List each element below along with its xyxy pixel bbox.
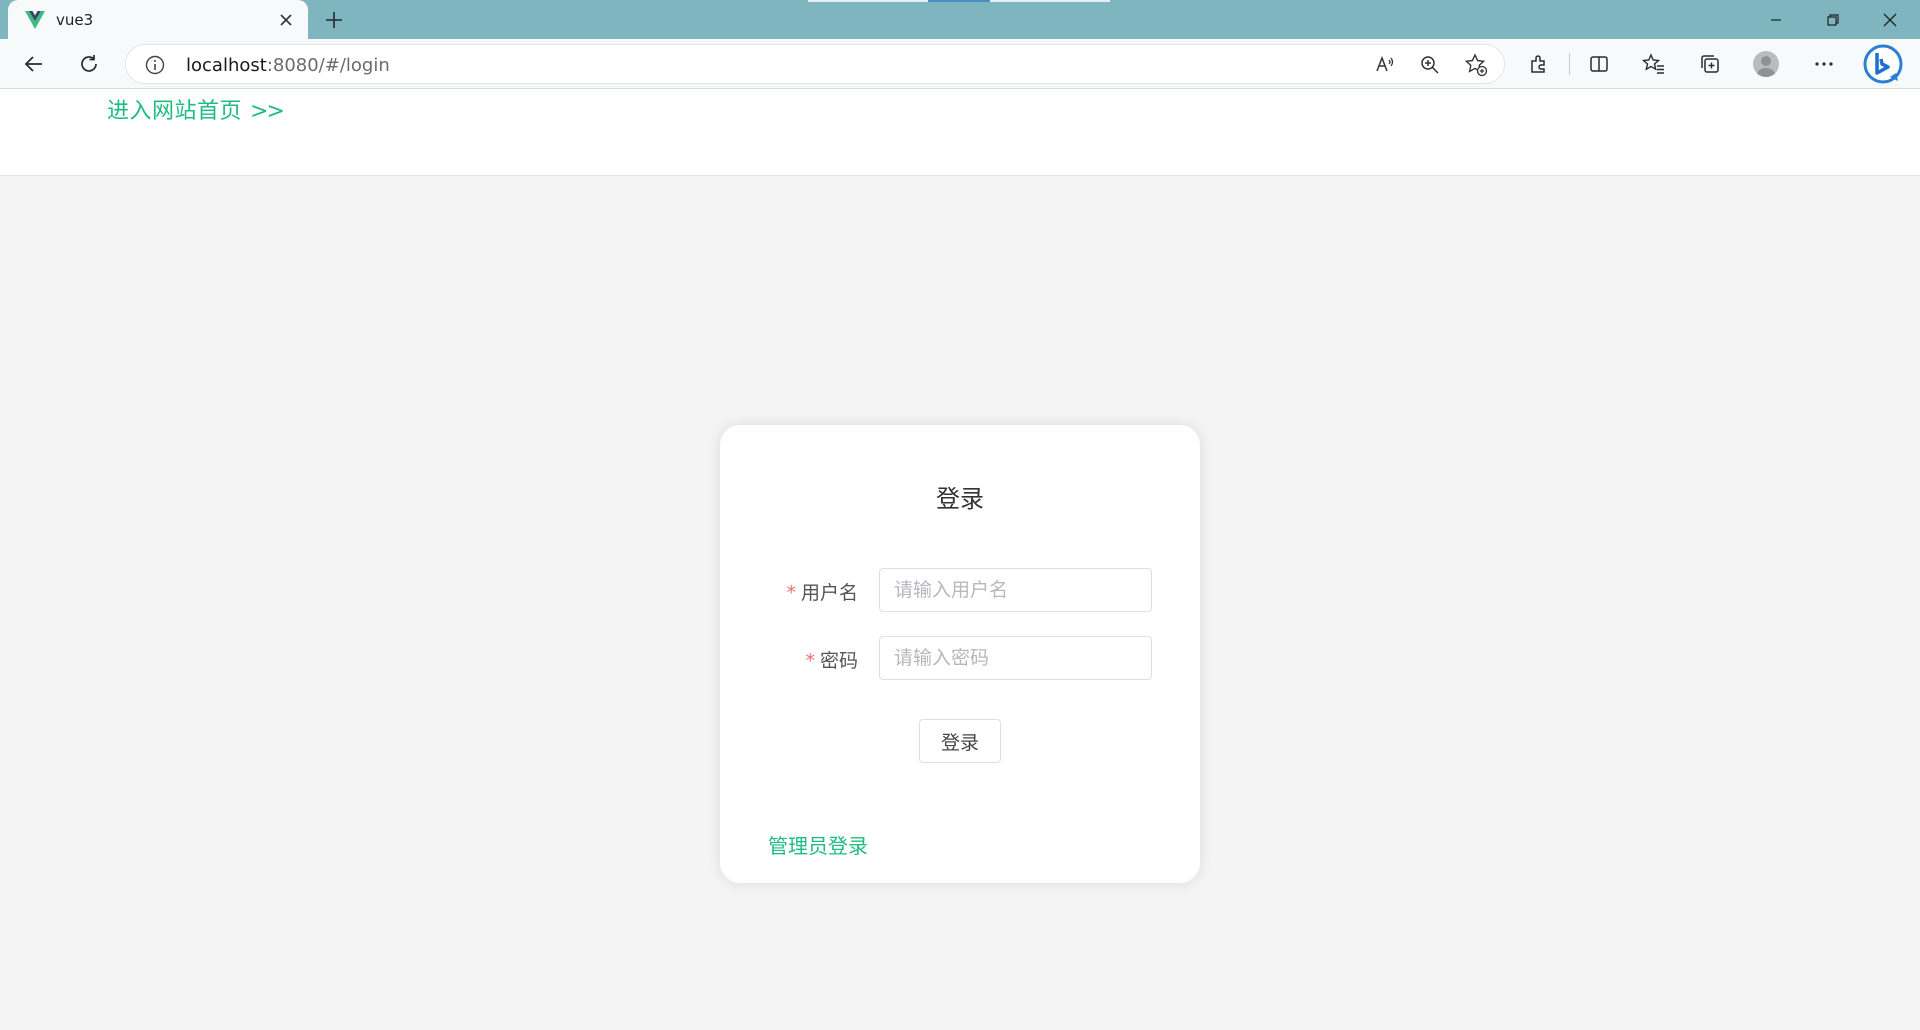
home-link[interactable]: 进入网站首页 >>	[107, 93, 285, 125]
username-input[interactable]	[879, 568, 1152, 612]
url-host: localhost	[186, 55, 267, 76]
new-tab-button[interactable]	[318, 4, 350, 36]
required-mark: *	[805, 650, 815, 672]
admin-login-link[interactable]: 管理员登录	[768, 830, 868, 859]
password-row: * 密码	[720, 636, 1200, 680]
close-window-icon[interactable]	[1862, 0, 1918, 39]
toolbar-separator	[1569, 53, 1570, 75]
required-mark: *	[786, 582, 796, 604]
profile-avatar[interactable]	[1753, 51, 1779, 77]
browser-tab-bar: vue3	[0, 0, 1920, 39]
info-icon[interactable]	[144, 54, 166, 76]
home-link-arrows: >>	[250, 99, 285, 124]
split-screen-icon[interactable]	[1581, 46, 1617, 82]
username-row: * 用户名	[720, 568, 1200, 612]
tab-title: vue3	[56, 10, 94, 29]
password-label-text: 密码	[819, 650, 858, 672]
tab-drag-strip	[808, 0, 928, 2]
vue-logo-icon	[24, 9, 46, 31]
login-card: 登录 *用户名 *密码 登录 管理员登录	[720, 425, 1200, 883]
browser-toolbar: localhost:8080/#/login	[0, 39, 1920, 89]
username-label-text: 用户名	[800, 582, 858, 604]
restore-icon[interactable]	[1805, 0, 1861, 39]
collections-icon[interactable]	[1692, 46, 1728, 82]
tab-drag-strip-active	[928, 0, 990, 2]
browser-tab[interactable]: vue3	[8, 0, 308, 39]
url-path: :8080/#/login	[266, 55, 390, 76]
bing-icon[interactable]	[1862, 43, 1904, 85]
login-title: 登录	[936, 485, 984, 513]
read-aloud-icon[interactable]	[1371, 51, 1399, 79]
favorite-add-icon[interactable]	[1462, 51, 1490, 79]
tab-drag-strip-end	[990, 0, 1110, 2]
minimize-icon[interactable]	[1748, 0, 1804, 39]
refresh-icon[interactable]	[71, 46, 107, 82]
close-tab-icon[interactable]	[272, 6, 300, 34]
password-label: * 密码	[805, 646, 858, 673]
favorites-icon[interactable]	[1636, 46, 1672, 82]
login-button[interactable]: 登录	[919, 719, 1001, 763]
more-icon[interactable]	[1806, 46, 1842, 82]
page-header: 进入网站首页 >>	[0, 89, 1920, 176]
address-bar[interactable]: localhost:8080/#/login	[125, 44, 1505, 84]
back-icon[interactable]	[16, 46, 52, 82]
extensions-icon[interactable]	[1521, 46, 1557, 82]
zoom-icon[interactable]	[1416, 51, 1444, 79]
home-link-label: 进入网站首页	[107, 99, 243, 124]
url-text[interactable]: localhost:8080/#/login	[186, 55, 390, 76]
password-input[interactable]	[879, 636, 1152, 680]
username-label: * 用户名	[786, 578, 858, 605]
